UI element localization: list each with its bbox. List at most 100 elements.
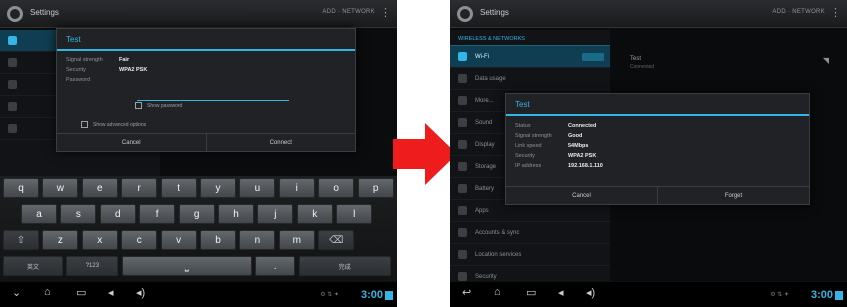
action-bar: Settings ADD · NETWORK ⋮: [0, 0, 397, 28]
info-key: Signal strength: [66, 57, 103, 63]
connect-button[interactable]: Connect: [205, 134, 356, 151]
display-icon: [458, 140, 467, 149]
info-key: Link speed: [515, 143, 542, 149]
settings-item-accounts[interactable]: Accounts & sync: [450, 222, 610, 244]
dialog-title: Test: [57, 29, 355, 51]
settings-item-data-usage[interactable]: Data usage: [450, 68, 610, 90]
key-a[interactable]: a: [21, 204, 57, 224]
battery-settings-icon: [458, 184, 467, 193]
info-value: Connected: [568, 123, 597, 129]
key-special[interactable]: ⌫: [318, 230, 355, 250]
dialog-buttons: Cancel Forget: [506, 186, 809, 204]
key-x[interactable]: x: [81, 230, 118, 250]
display-icon: [8, 124, 17, 133]
battery-icon: [835, 291, 843, 300]
info-row: Security WPA2 PSK: [506, 151, 809, 161]
key-v[interactable]: v: [160, 230, 197, 250]
keyboard-row: qwertyuiop: [0, 178, 397, 199]
key-c[interactable]: c: [121, 230, 158, 250]
sound-icon: [458, 118, 467, 127]
battery-icon: [385, 291, 393, 300]
settings-item-location[interactable]: Location services: [450, 244, 610, 266]
key-f[interactable]: f: [139, 204, 176, 224]
password-input[interactable]: [137, 93, 289, 101]
volume-down-icon[interactable]: ◂: [558, 286, 564, 299]
network-status: Connected: [630, 64, 655, 70]
key-special[interactable]: ⇧: [3, 230, 39, 250]
key-m[interactable]: m: [278, 230, 315, 250]
key-special[interactable]: 英文: [3, 256, 63, 276]
notification-tray-icon[interactable]: ⚙ ⇅ ✦: [770, 291, 789, 298]
recent-apps-icon[interactable]: ▭: [76, 286, 86, 299]
network-name[interactable]: Test: [630, 56, 641, 62]
key-b[interactable]: b: [200, 230, 236, 250]
info-value: Good: [568, 133, 583, 139]
keyboard-hide-icon[interactable]: ⌄: [12, 286, 21, 299]
cancel-button[interactable]: Cancel: [506, 187, 657, 204]
settings-item-label: Location services: [475, 251, 522, 258]
info-value: WPA2 PSK: [568, 153, 597, 159]
key-n[interactable]: n: [239, 230, 276, 250]
keyboard-row: ⇧ z x c v b n m ⌫: [0, 230, 397, 251]
notification-tray-icon[interactable]: ⚙ ⇅ ✦: [320, 291, 339, 298]
status-clock[interactable]: 3:00: [361, 289, 383, 301]
key-q[interactable]: q: [3, 178, 39, 198]
key-special[interactable]: ?123: [66, 256, 119, 276]
volume-down-icon[interactable]: ◂: [108, 286, 114, 299]
settings-item-label: Battery: [475, 185, 495, 192]
info-row: Signal strength Good: [506, 131, 809, 141]
back-icon[interactable]: ↩: [462, 286, 471, 299]
settings-item-label: Data usage: [475, 75, 506, 82]
key-l[interactable]: l: [336, 204, 373, 224]
keyboard-row: 英文 ?123 ⎵. 完成: [0, 256, 397, 277]
key-p[interactable]: p: [357, 178, 394, 198]
key-w[interactable]: w: [42, 178, 79, 198]
key-h[interactable]: h: [218, 204, 254, 224]
info-value: Fair: [119, 57, 130, 63]
overflow-icon[interactable]: ⋮: [380, 6, 391, 19]
overflow-icon[interactable]: ⋮: [830, 6, 841, 19]
info-key: Status: [515, 123, 531, 129]
key-s[interactable]: s: [60, 204, 97, 224]
home-icon[interactable]: ⌂: [494, 286, 501, 298]
key-y[interactable]: y: [200, 178, 236, 198]
status-clock[interactable]: 3:00: [811, 289, 833, 301]
key-r[interactable]: r: [121, 178, 158, 198]
key-special[interactable]: .: [255, 256, 296, 276]
key-u[interactable]: u: [239, 178, 276, 198]
key-z[interactable]: z: [42, 230, 79, 250]
key-i[interactable]: i: [278, 178, 315, 198]
checkbox-icon: [81, 121, 88, 128]
key-o[interactable]: o: [318, 178, 355, 198]
show-password-checkbox[interactable]: Show password: [135, 102, 182, 109]
forget-button[interactable]: Forget: [657, 187, 809, 204]
key-special[interactable]: ⎵: [121, 256, 252, 276]
info-key: Security: [66, 67, 86, 73]
recent-apps-icon[interactable]: ▭: [526, 286, 536, 299]
settings-item-label: Storage: [475, 163, 497, 170]
data-usage-icon: [458, 74, 467, 83]
key-t[interactable]: t: [160, 178, 197, 198]
settings-item-label: Apps: [475, 207, 489, 214]
key-g[interactable]: g: [178, 204, 215, 224]
accounts-icon: [458, 228, 467, 237]
cancel-button[interactable]: Cancel: [57, 134, 206, 151]
key-e[interactable]: e: [81, 178, 118, 198]
action-bar-right-text[interactable]: ADD · NETWORK: [772, 9, 825, 15]
key-j[interactable]: j: [257, 204, 294, 224]
key-d[interactable]: d: [99, 204, 136, 224]
volume-up-icon[interactable]: ◂): [136, 286, 145, 299]
settings-item-wifi[interactable]: Wi-Fi: [450, 46, 610, 68]
action-bar-title: Settings: [30, 8, 59, 17]
wifi-toggle[interactable]: [582, 52, 604, 61]
volume-up-icon[interactable]: ◂): [586, 286, 595, 299]
dialog-buttons: Cancel Connect: [57, 133, 355, 151]
advanced-options-checkbox[interactable]: Show advanced options: [81, 121, 146, 128]
settings-gear-icon: [457, 6, 473, 22]
info-row: Security WPA2 PSK: [57, 65, 355, 75]
settings-gear-icon: [7, 6, 23, 22]
action-bar-right-text[interactable]: ADD · NETWORK: [322, 9, 375, 15]
key-special[interactable]: 完成: [298, 256, 391, 276]
home-icon[interactable]: ⌂: [44, 286, 51, 298]
key-k[interactable]: k: [296, 204, 333, 224]
